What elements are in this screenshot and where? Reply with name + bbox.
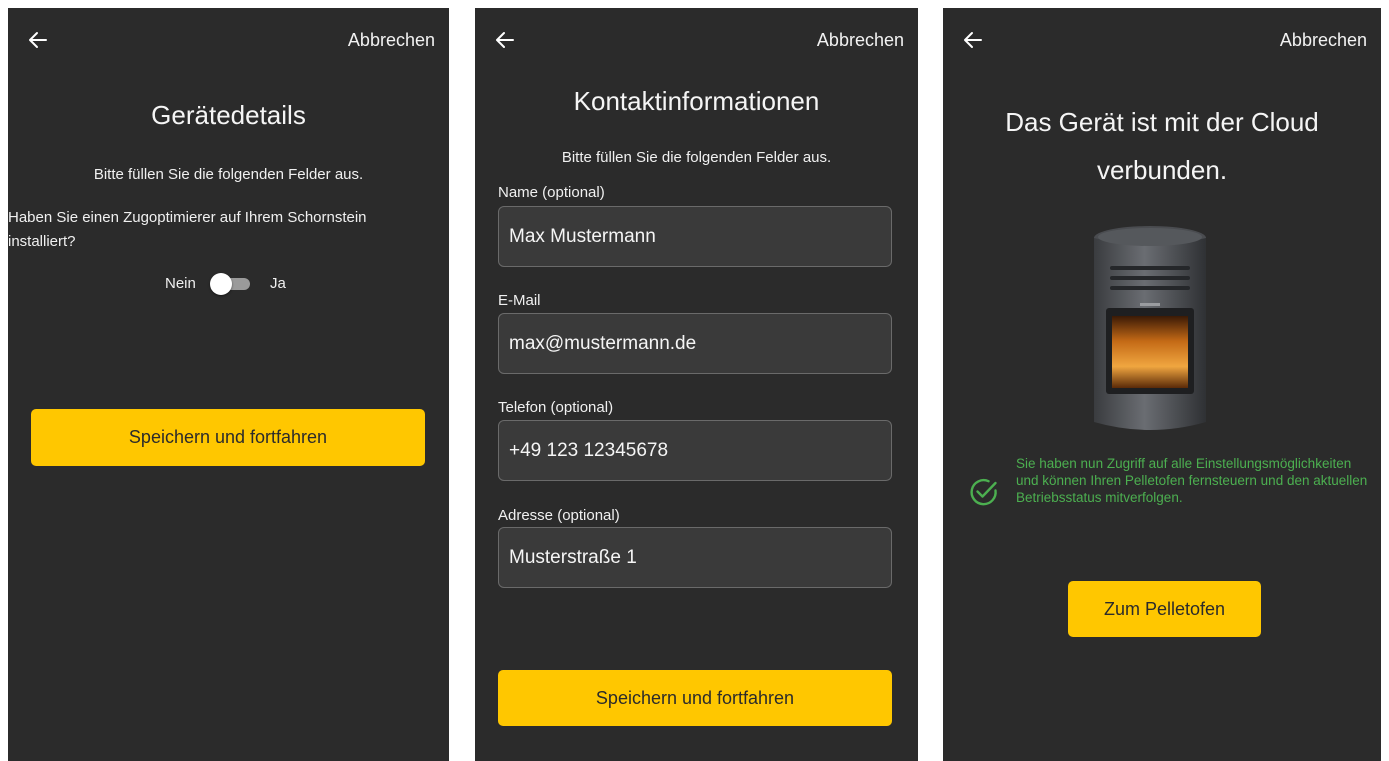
toggle-thumb [210,273,232,295]
cancel-link[interactable]: Abbrechen [1280,30,1367,51]
screen-contact-info: Abbrechen Kontaktinformationen Bitte fül… [475,8,918,761]
phone-label: Telefon (optional) [498,399,614,416]
cancel-link[interactable]: Abbrechen [817,30,904,51]
phone-field[interactable] [498,420,892,481]
name-field[interactable] [498,206,892,267]
page-subtitle: Bitte füllen Sie die folgenden Felder au… [93,166,364,183]
draft-optimizer-toggle-row: Nein Ja [8,272,449,296]
phone-input[interactable] [499,421,891,480]
address-field[interactable] [498,527,892,588]
email-label: E-Mail [498,292,541,309]
question-text: Haben Sie einen Zugoptimierer auf Ihrem … [8,209,367,250]
toggle-on-label: Ja [270,275,286,292]
to-pellet-stove-button[interactable]: Zum Pelletofen [1068,581,1261,637]
name-input[interactable] [499,207,891,266]
address-input[interactable] [499,528,891,587]
screen-cloud-connected: Abbrechen Das Gerät ist mit der Cloud ve… [943,8,1381,761]
name-label: Name (optional) [498,184,605,201]
page-subtitle: Bitte füllen Sie die folgenden Felder au… [561,149,832,166]
success-message: Sie haben nun Zugriff auf alle Einstellu… [1016,456,1368,505]
toggle-off-label: Nein [165,275,196,292]
arrow-left-icon[interactable] [961,28,985,52]
save-continue-button[interactable]: Speichern und fortfahren [498,670,892,726]
check-circle-icon [970,478,997,506]
page-title: Gerätedetails [151,100,306,130]
screen-device-details: Abbrechen Gerätedetails Bitte füllen Sie… [8,8,449,761]
arrow-left-icon[interactable] [493,28,517,52]
save-continue-button[interactable]: Speichern und fortfahren [31,409,425,466]
email-field[interactable] [498,313,892,374]
cancel-link[interactable]: Abbrechen [348,30,435,51]
arrow-left-icon[interactable] [26,28,50,52]
address-label: Adresse (optional) [498,507,620,524]
draft-optimizer-toggle[interactable] [210,273,250,295]
email-input[interactable] [499,314,891,373]
page-title: Das Gerät ist mit der Cloud verbunden. [1005,107,1319,185]
pellet-stove-image [1094,226,1206,430]
page-title: Kontaktinformationen [573,86,820,116]
